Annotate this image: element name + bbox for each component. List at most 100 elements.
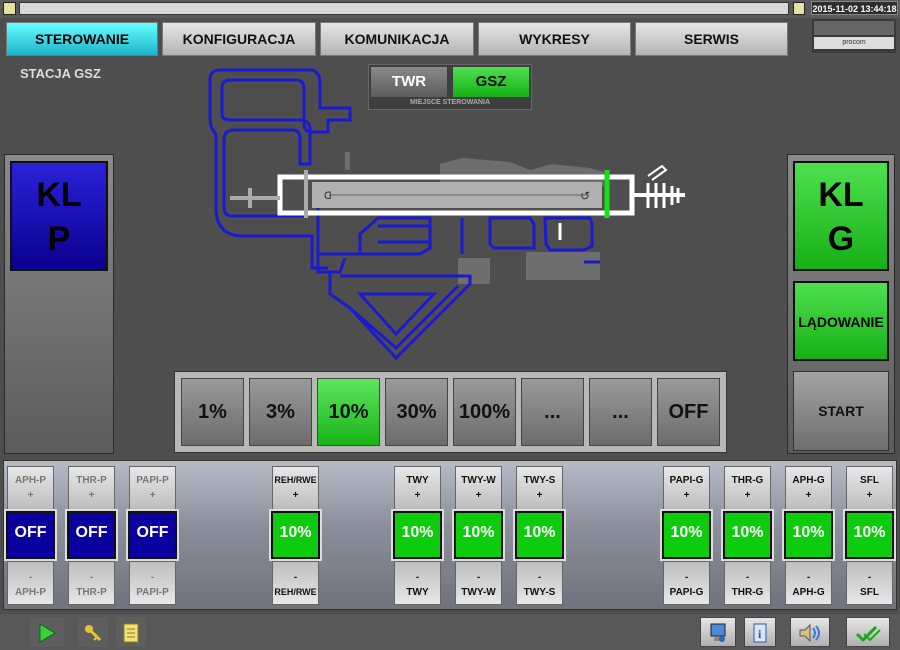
notes-button[interactable]	[116, 617, 146, 647]
intensity-1-button[interactable]: 1%	[181, 378, 244, 446]
control-place-panel: TWR GSZ MIEJSCE STEROWANIA	[368, 64, 532, 110]
twy-minus-button[interactable]: - TWY	[394, 561, 441, 605]
sfl-minus-button[interactable]: - SFL	[846, 561, 893, 605]
twy-w-minus-button[interactable]: - TWY-W	[455, 561, 502, 605]
intensity-100-button[interactable]: 100%	[453, 378, 516, 446]
papi-p-plus-button[interactable]: PAPI-P +	[129, 466, 176, 510]
window-icon	[3, 2, 16, 15]
intensity-3-button[interactable]: 3%	[249, 378, 312, 446]
thr-g-value-text: 10%	[731, 524, 764, 541]
aph-p-minus-sign: -	[28, 572, 33, 583]
twy-w-value: 10%	[452, 509, 505, 561]
twy-s-plus-button[interactable]: TWY-S +	[516, 466, 563, 510]
landing-button[interactable]: LĄDOWANIE	[793, 281, 889, 361]
aph-g-plus-sign: +	[805, 490, 812, 501]
papi-g-value-text: 10%	[670, 524, 703, 541]
circuit-twy: TWY + 10% - TWY	[391, 466, 444, 606]
twy-w-plus-button[interactable]: TWY-W +	[455, 466, 502, 510]
twy-s-value: 10%	[513, 509, 566, 561]
twr-button[interactable]: TWR	[371, 67, 447, 97]
left-panel: KL P	[4, 154, 114, 454]
papi-p-top-label: PAPI-P	[136, 475, 169, 486]
circuit-sfl: SFL + 10% - SFL	[843, 466, 896, 606]
sfl-top-label: SFL	[860, 475, 879, 486]
thr-p-minus-sign: -	[89, 572, 94, 583]
key-button[interactable]	[78, 617, 108, 647]
aph-g-minus-sign: -	[806, 572, 811, 583]
sfl-minus-sign: -	[867, 572, 872, 583]
twy-value-text: 10%	[401, 524, 434, 541]
tab-komunikacja[interactable]: KOMUNIKACJA	[320, 22, 474, 56]
aph-g-value: 10%	[782, 509, 835, 561]
papi-g-value: 10%	[660, 509, 713, 561]
runway: ᗡ ↺	[230, 164, 685, 240]
calendar-icon[interactable]	[793, 2, 805, 15]
sfl-plus-button[interactable]: SFL +	[846, 466, 893, 510]
gsz-button[interactable]: GSZ	[453, 67, 529, 97]
thr-g-bottom-label: THR-G	[731, 587, 764, 598]
reh-rwe-value: 10%	[269, 509, 322, 561]
notes-icon	[123, 623, 139, 643]
play-icon	[39, 623, 56, 643]
monitor-button[interactable]	[700, 617, 736, 647]
twy-top-label: TWY	[406, 475, 429, 486]
tab-serwis[interactable]: SERWIS	[635, 22, 788, 56]
reh-rwe-minus-button[interactable]: - REH/RWE	[272, 561, 319, 605]
twy-w-bottom-label: TWY-W	[461, 587, 496, 598]
twy-s-minus-button[interactable]: - TWY-S	[516, 561, 563, 605]
aph-g-minus-button[interactable]: - APH-G	[785, 561, 832, 605]
thr-p-bottom-label: THR-P	[76, 587, 107, 598]
play-button[interactable]	[30, 617, 64, 647]
info-icon: i	[753, 623, 767, 643]
papi-g-minus-button[interactable]: - PAPI-G	[663, 561, 710, 605]
kl-g-line1: KL	[818, 176, 864, 214]
aph-p-bottom-label: APH-P	[14, 587, 47, 598]
thr-g-minus-button[interactable]: - THR-G	[724, 561, 771, 605]
twy-s-value-text: 10%	[523, 524, 556, 541]
sound-button[interactable]	[790, 617, 830, 647]
intensity-more-button-1[interactable]: ...	[521, 378, 584, 446]
papi-p-minus-button[interactable]: - PAPI-P	[129, 561, 176, 605]
kl-p-button[interactable]: KL P	[10, 161, 108, 271]
sfl-value: 10%	[843, 509, 896, 561]
papi-g-plus-button[interactable]: PAPI-G +	[663, 466, 710, 510]
kl-g-button[interactable]: KL G	[793, 161, 889, 271]
reh-rwe-plus-button[interactable]: REH/RWE +	[272, 466, 319, 510]
twy-s-top-label: TWY-S	[523, 475, 556, 486]
aph-g-plus-button[interactable]: APH-G +	[785, 466, 832, 510]
info-button[interactable]: i	[744, 617, 776, 647]
message-field	[19, 2, 789, 15]
intensity-off-button[interactable]: OFF	[657, 378, 720, 446]
circuit-papi-p: PAPI-P + OFF - PAPI-P	[126, 466, 179, 606]
papi-g-plus-sign: +	[683, 490, 690, 501]
status-bar: i	[0, 614, 900, 650]
thr-p-plus-button[interactable]: THR-P +	[68, 466, 115, 510]
aph-g-value-text: 10%	[792, 524, 825, 541]
thr-g-plus-button[interactable]: THR-G +	[724, 466, 771, 510]
intensity-panel: 1% 3% 10% 30% 100% ... ... OFF	[174, 371, 727, 453]
twy-w-plus-sign: +	[475, 490, 482, 501]
twy-plus-button[interactable]: TWY +	[394, 466, 441, 510]
logo-top	[814, 21, 894, 35]
confirm-button[interactable]	[846, 617, 890, 647]
right-panel: KL G LĄDOWANIE START	[787, 154, 895, 454]
clock: 2015-11-02 13:44:18	[811, 1, 898, 15]
intensity-more-button-2[interactable]: ...	[589, 378, 652, 446]
aph-p-plus-button[interactable]: APH-P +	[7, 466, 54, 510]
thr-p-minus-button[interactable]: - THR-P	[68, 561, 115, 605]
tab-konfiguracja[interactable]: KONFIGURACJA	[162, 22, 316, 56]
thr-g-top-label: THR-G	[731, 475, 764, 486]
intensity-10-button[interactable]: 10%	[317, 378, 380, 446]
tab-sterowanie[interactable]: STEROWANIE	[6, 22, 158, 56]
aph-g-top-label: APH-G	[792, 475, 825, 486]
twy-bottom-label: TWY	[406, 587, 429, 598]
kl-p-line1: KL	[36, 176, 82, 214]
aph-p-minus-button[interactable]: - APH-P	[7, 561, 54, 605]
circuit-aph-p: APH-P + OFF - APH-P	[4, 466, 57, 606]
tab-wykresy[interactable]: WYKRESY	[478, 22, 631, 56]
monitor-icon	[710, 623, 726, 642]
intensity-30-button[interactable]: 30%	[385, 378, 448, 446]
papi-g-top-label: PAPI-G	[669, 475, 704, 486]
start-button[interactable]: START	[793, 371, 889, 451]
thr-g-minus-sign: -	[745, 572, 750, 583]
